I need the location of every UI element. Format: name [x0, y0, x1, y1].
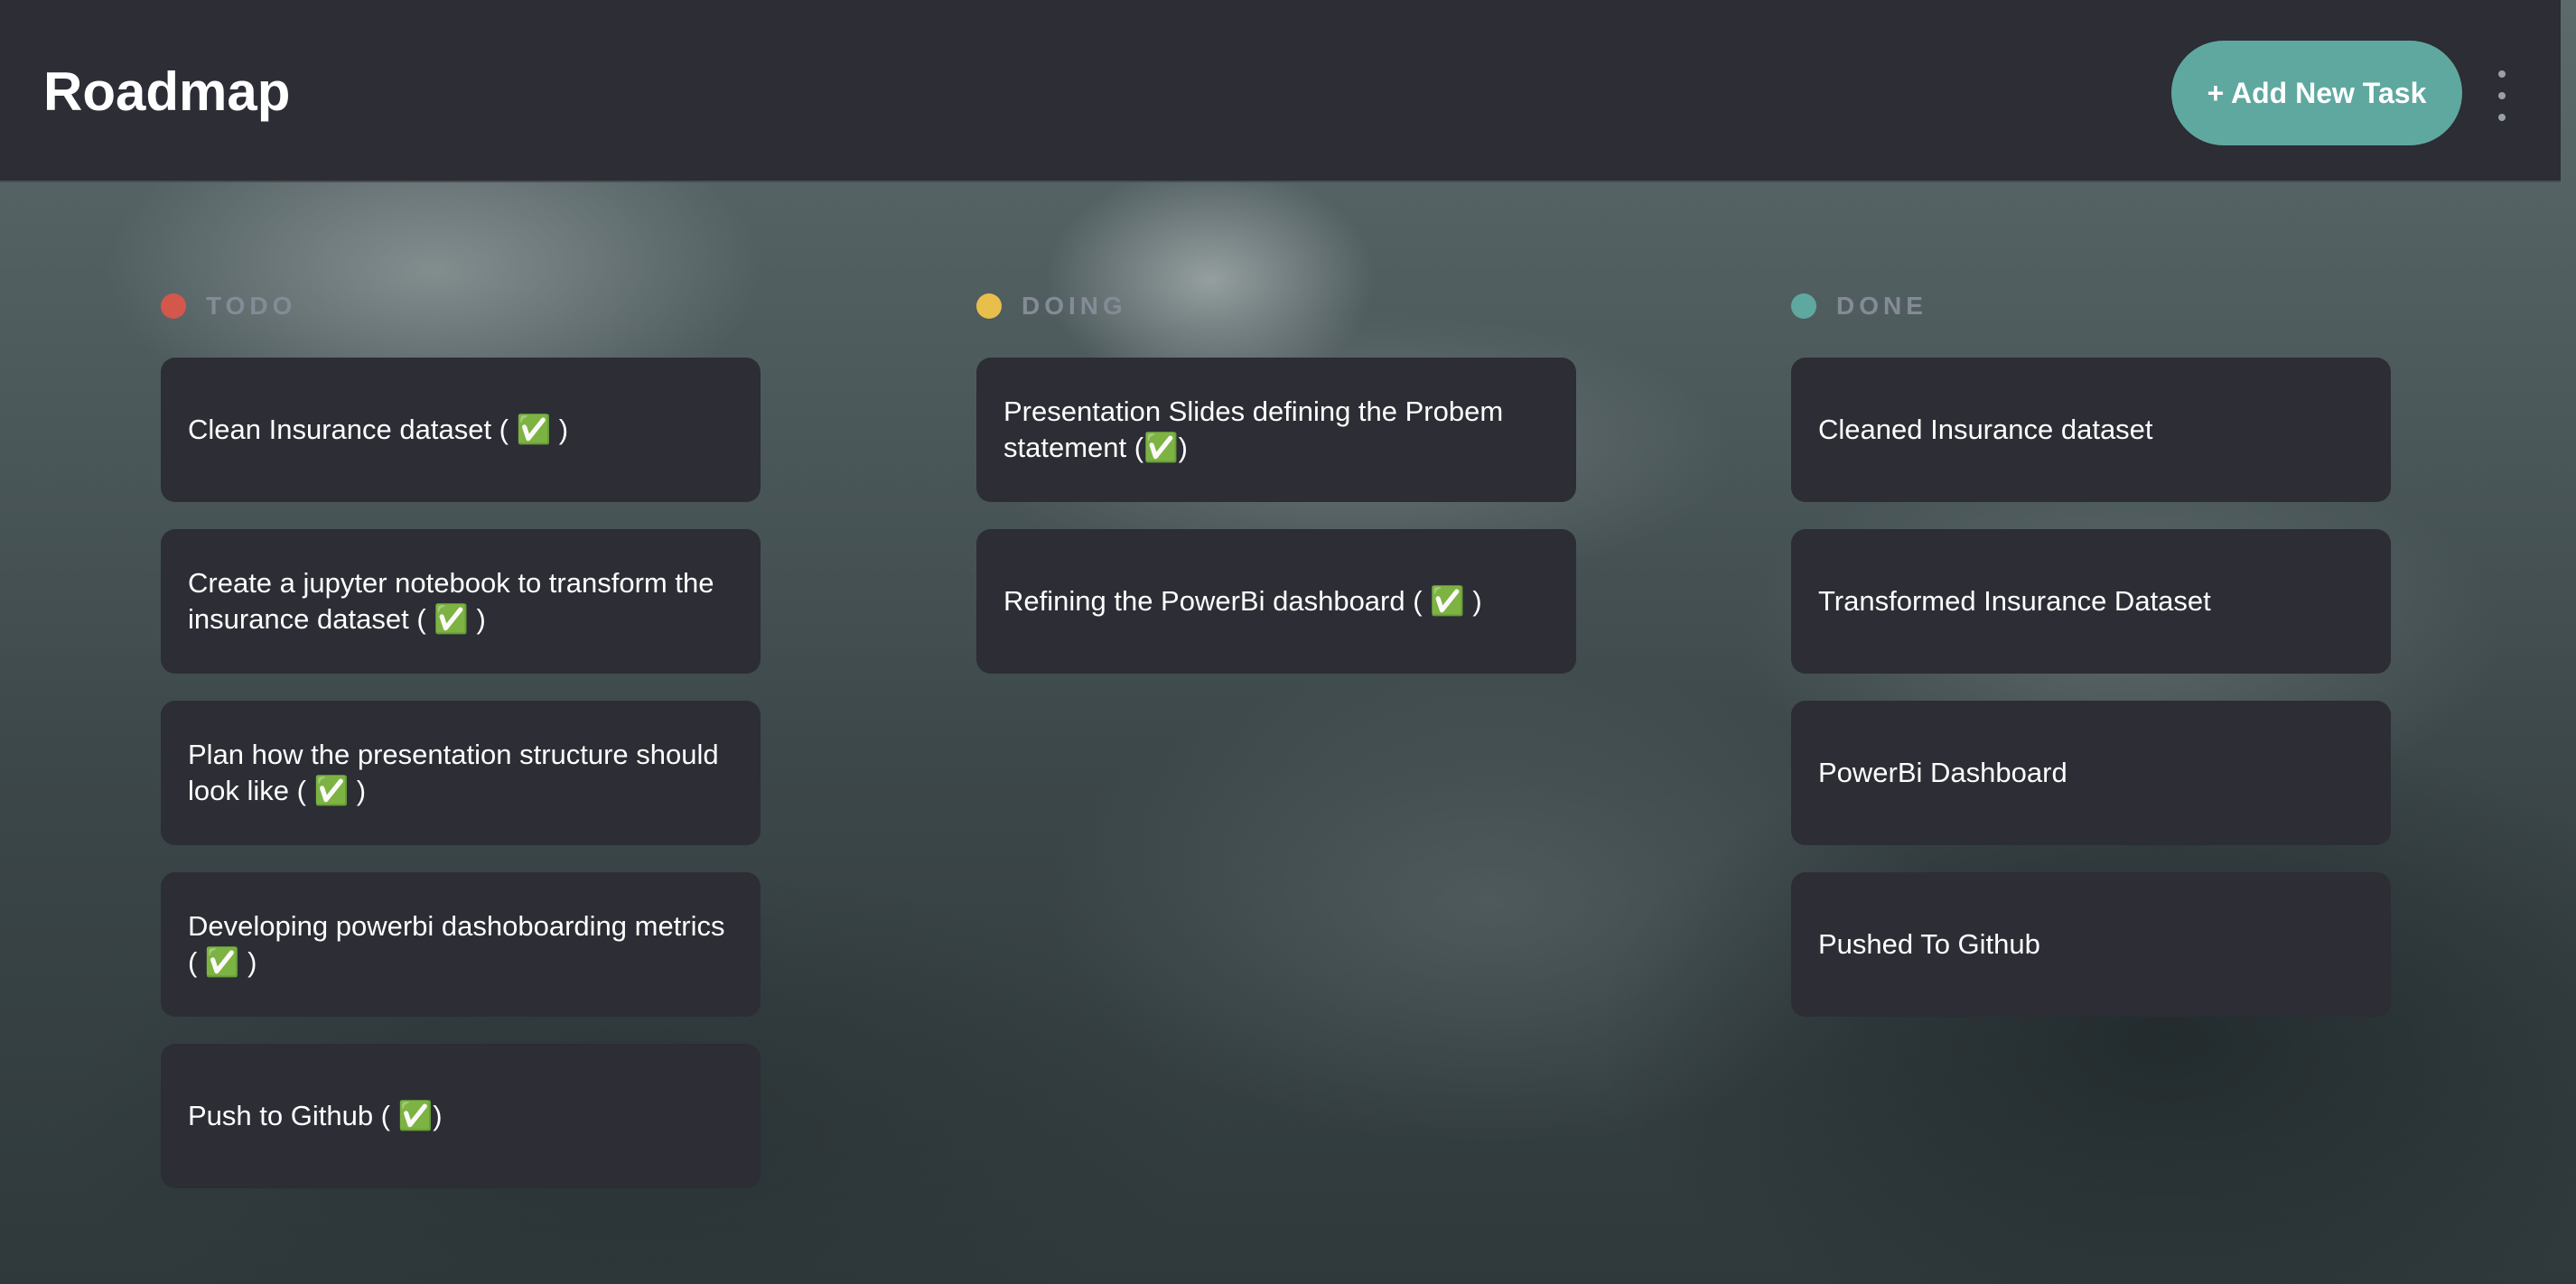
task-title: Transformed Insurance Dataset	[1818, 585, 2211, 617]
column-header: TODO	[161, 287, 761, 325]
status-dot-todo	[161, 293, 186, 319]
more-options-icon[interactable]	[2486, 70, 2518, 121]
column-header: DOING	[976, 287, 1576, 325]
task-card[interactable]: Pushed To Github	[1791, 872, 2391, 1017]
column-todo: TODO Clean Insurance dataset ( ✅ ) Creat…	[161, 287, 761, 1215]
task-card[interactable]: Clean Insurance dataset ( ✅ )	[161, 358, 761, 502]
add-new-task-button[interactable]: + Add New Task	[2171, 41, 2462, 145]
column-title: DOING	[1022, 292, 1127, 320]
task-card[interactable]: Developing powerbi dashoboarding metrics…	[161, 872, 761, 1017]
task-title: Developing powerbi dashoboarding metrics…	[188, 910, 725, 978]
app-header: Roadmap + Add New Task	[0, 0, 2561, 182]
task-title: Create a jupyter notebook to transform t…	[188, 567, 714, 635]
task-card[interactable]: Push to Github ( ✅)	[161, 1044, 761, 1188]
task-title: Refining the PowerBi dashboard ( ✅ )	[1003, 585, 1482, 617]
task-title: PowerBi Dashboard	[1818, 757, 2067, 788]
task-card[interactable]: PowerBi Dashboard	[1791, 701, 2391, 845]
task-title: Plan how the presentation structure shou…	[188, 739, 719, 806]
task-title: Pushed To Github	[1818, 928, 2040, 960]
task-title: Presentation Slides defining the Probem …	[1003, 395, 1504, 463]
task-card[interactable]: Plan how the presentation structure shou…	[161, 701, 761, 845]
column-doing: DOING Presentation Slides defining the P…	[976, 287, 1576, 701]
task-card[interactable]: Create a jupyter notebook to transform t…	[161, 529, 761, 674]
task-card[interactable]: Refining the PowerBi dashboard ( ✅ )	[976, 529, 1576, 674]
menu-dot	[2498, 92, 2506, 99]
column-title: DONE	[1836, 292, 1927, 320]
task-title: Cleaned Insurance dataset	[1818, 414, 2153, 445]
page-title: Roadmap	[43, 61, 291, 122]
menu-dot	[2498, 70, 2506, 78]
task-card[interactable]: Cleaned Insurance dataset	[1791, 358, 2391, 502]
column-done: DONE Cleaned Insurance dataset Transform…	[1791, 287, 2391, 1044]
status-dot-done	[1791, 293, 1816, 319]
status-dot-doing	[976, 293, 1002, 319]
task-title: Clean Insurance dataset ( ✅ )	[188, 414, 569, 445]
task-card[interactable]: Presentation Slides defining the Probem …	[976, 358, 1576, 502]
task-title: Push to Github ( ✅)	[188, 1100, 443, 1131]
task-card[interactable]: Transformed Insurance Dataset	[1791, 529, 2391, 674]
column-header: DONE	[1791, 287, 2391, 325]
menu-dot	[2498, 114, 2506, 121]
column-title: TODO	[206, 292, 297, 320]
